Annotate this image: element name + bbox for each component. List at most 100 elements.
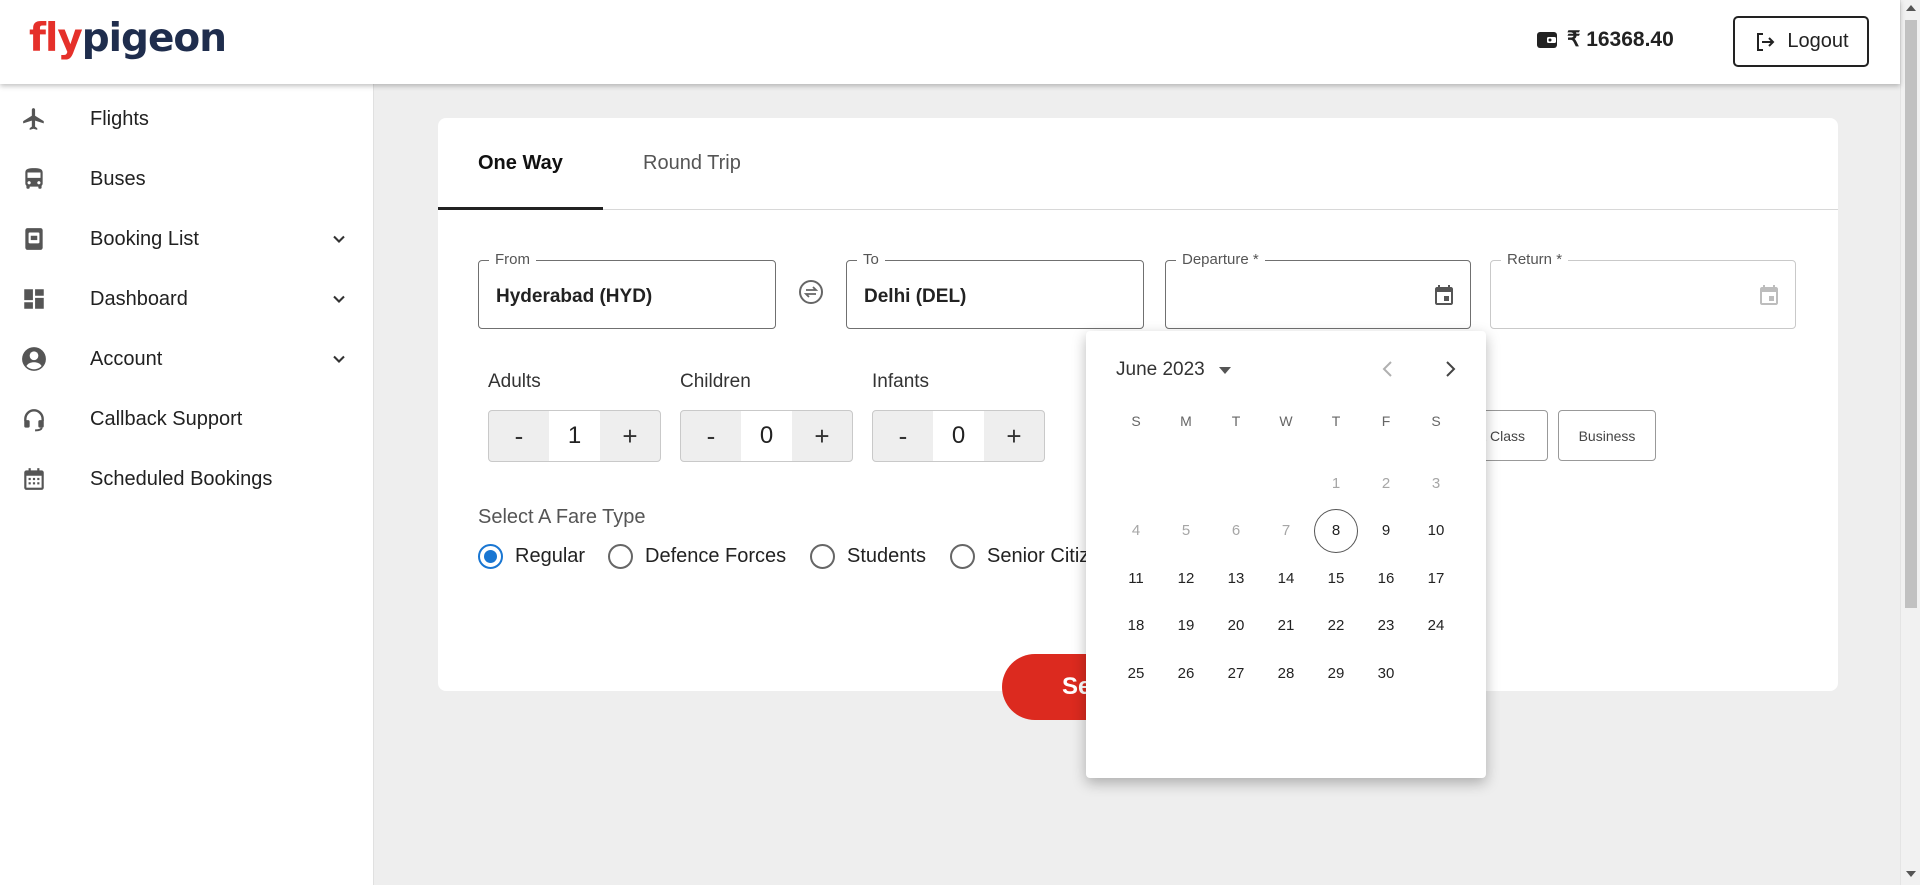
infants-stepper: - 0 + [872, 410, 1045, 462]
radio-circle [950, 544, 975, 569]
bus-icon [25, 168, 43, 189]
infants-increment-button[interactable]: + [984, 411, 1044, 461]
calendar-day[interactable]: 14 [1264, 556, 1308, 600]
caret-down-icon [1218, 366, 1231, 374]
radio-circle [608, 544, 633, 569]
fare-radio-senior-citizen[interactable]: Senior Citiz [950, 544, 1089, 569]
logout-icon [1757, 32, 1775, 51]
return-label: Return * [1501, 251, 1569, 268]
chevron-left-icon[interactable] [1376, 357, 1400, 381]
calendar-day: 3 [1431, 474, 1441, 492]
fare-radio-defence-forces[interactable]: Defence Forces [608, 544, 786, 569]
calendar-day[interactable]: 17 [1414, 556, 1458, 600]
departure-label: Departure * [1176, 251, 1265, 268]
calendar-day[interactable]: 26 [1164, 651, 1208, 695]
sidebar-item-buses[interactable]: Buses [0, 149, 374, 209]
cabin-class-label: Business [1578, 427, 1636, 444]
weekday-header: T [1331, 413, 1341, 429]
adults-decrement-button[interactable]: - [489, 411, 549, 461]
calendar-day[interactable]: 30 [1364, 651, 1408, 695]
children-label: Children [680, 371, 751, 392]
calendar-day[interactable]: 19 [1164, 604, 1208, 648]
calendar-day[interactable]: 22 [1314, 604, 1358, 648]
adults-increment-button[interactable]: + [600, 411, 660, 461]
swap-icon[interactable] [797, 278, 825, 306]
fare-radio-regular[interactable]: Regular [478, 544, 585, 569]
sidebar-item-account[interactable]: Account [0, 329, 374, 389]
sidebar-item-label: Booking List [90, 227, 199, 250]
calendar-day[interactable]: 21 [1264, 604, 1308, 648]
calendar-day[interactable]: 24 [1414, 604, 1458, 648]
calendar-icon[interactable] [1432, 283, 1456, 307]
calendar-day[interactable]: 20 [1214, 604, 1258, 648]
radio-label: Senior Citiz [987, 545, 1090, 567]
top-header: flypigeon ₹ 16368.40 Logout [0, 0, 1900, 84]
tab-round-trip[interactable]: Round Trip [643, 152, 741, 175]
children-stepper: - 0 + [680, 410, 853, 462]
cabin-class-label: t Class [1482, 427, 1525, 444]
calendar-day: 6 [1231, 522, 1241, 539]
scroll-down-arrow-icon[interactable] [1906, 871, 1916, 877]
page-scrollbar[interactable] [1900, 0, 1920, 885]
wallet-balance: ₹ 16368.40 [1535, 27, 1674, 52]
cabin-class-business-button[interactable]: Business [1558, 410, 1656, 461]
flypigeon-logo[interactable]: flypigeon [29, 16, 227, 61]
calendar-day[interactable]: 25 [1114, 651, 1158, 695]
calendar-day[interactable]: 15 [1314, 556, 1358, 600]
calendar-day[interactable]: 29 [1314, 651, 1358, 695]
tab-one-way[interactable]: One Way [478, 152, 563, 175]
wallet-icon [1537, 31, 1557, 48]
return-date-field[interactable]: Return * [1490, 251, 1796, 329]
calendar-icon[interactable] [1757, 283, 1781, 307]
calendar-day[interactable]: 8 [1314, 508, 1358, 553]
calendar-day[interactable]: 23 [1364, 604, 1408, 648]
calendar-day[interactable]: 18 [1114, 604, 1158, 648]
calendar-day: 7 [1281, 522, 1291, 539]
scrollbar-thumb[interactable] [1905, 20, 1917, 608]
sidebar-item-booking-list[interactable]: Booking List [0, 209, 374, 269]
headset-icon [24, 409, 44, 432]
sidebar-item-label: Buses [90, 167, 146, 190]
sidebar-item-flights[interactable]: Flights [0, 89, 374, 149]
airplane-icon [23, 108, 44, 130]
to-field[interactable]: To Delhi (DEL) [846, 251, 1144, 329]
calendar-day[interactable]: 16 [1364, 556, 1408, 600]
chevron-right-icon[interactable] [1438, 357, 1462, 381]
calendar-day[interactable]: 9 [1364, 509, 1408, 553]
sidebar-item-scheduled-bookings[interactable]: Scheduled Bookings [0, 449, 374, 509]
chevron-down-icon[interactable] [329, 289, 349, 309]
calendar-day[interactable]: 28 [1264, 651, 1308, 695]
fare-radio-students[interactable]: Students [810, 544, 926, 569]
booking-list-icon [25, 228, 43, 250]
month-year-label: June 2023 [1116, 359, 1205, 380]
sidebar-item-label: Account [90, 347, 163, 370]
radio-label: Defence Forces [645, 545, 787, 567]
sidebar-item-label: Flights [90, 107, 149, 130]
departure-date-picker: June 2023 S M T W T F S 1 2 3 4 5 6 7 8 9 10 11 12 13 14 15 16… [1086, 331, 1486, 778]
logo-part-pigeon: pigeon [81, 16, 227, 61]
adults-label: Adults [488, 371, 541, 392]
departure-date-field[interactable]: Departure * [1165, 251, 1471, 329]
calendar-day[interactable]: 10 [1414, 509, 1458, 553]
calendar-day[interactable]: 11 [1114, 556, 1158, 600]
children-count: 0 [741, 411, 792, 461]
scroll-up-arrow-icon[interactable] [1906, 5, 1916, 11]
children-increment-button[interactable]: + [792, 411, 852, 461]
infants-decrement-button[interactable]: - [873, 411, 933, 461]
month-year-selector[interactable]: June 2023 [1116, 359, 1231, 381]
calendar-day[interactable]: 13 [1214, 556, 1258, 600]
to-value: Delhi (DEL) [864, 286, 967, 307]
chevron-down-icon[interactable] [329, 349, 349, 369]
sidebar-item-label: Scheduled Bookings [90, 467, 273, 490]
from-value: Hyderabad (HYD) [496, 286, 653, 307]
calendar-day: 5 [1181, 522, 1191, 539]
sidebar-item-dashboard[interactable]: Dashboard [0, 269, 374, 329]
chevron-down-icon[interactable] [329, 229, 349, 249]
calendar-day[interactable]: 12 [1164, 556, 1208, 600]
children-decrement-button[interactable]: - [681, 411, 741, 461]
logout-button[interactable]: Logout [1733, 16, 1869, 67]
calendar-day[interactable]: 27 [1214, 651, 1258, 695]
from-field[interactable]: From Hyderabad (HYD) [478, 251, 776, 329]
sidebar-item-callback-support[interactable]: Callback Support [0, 389, 374, 449]
radio-label: Regular [515, 545, 586, 567]
